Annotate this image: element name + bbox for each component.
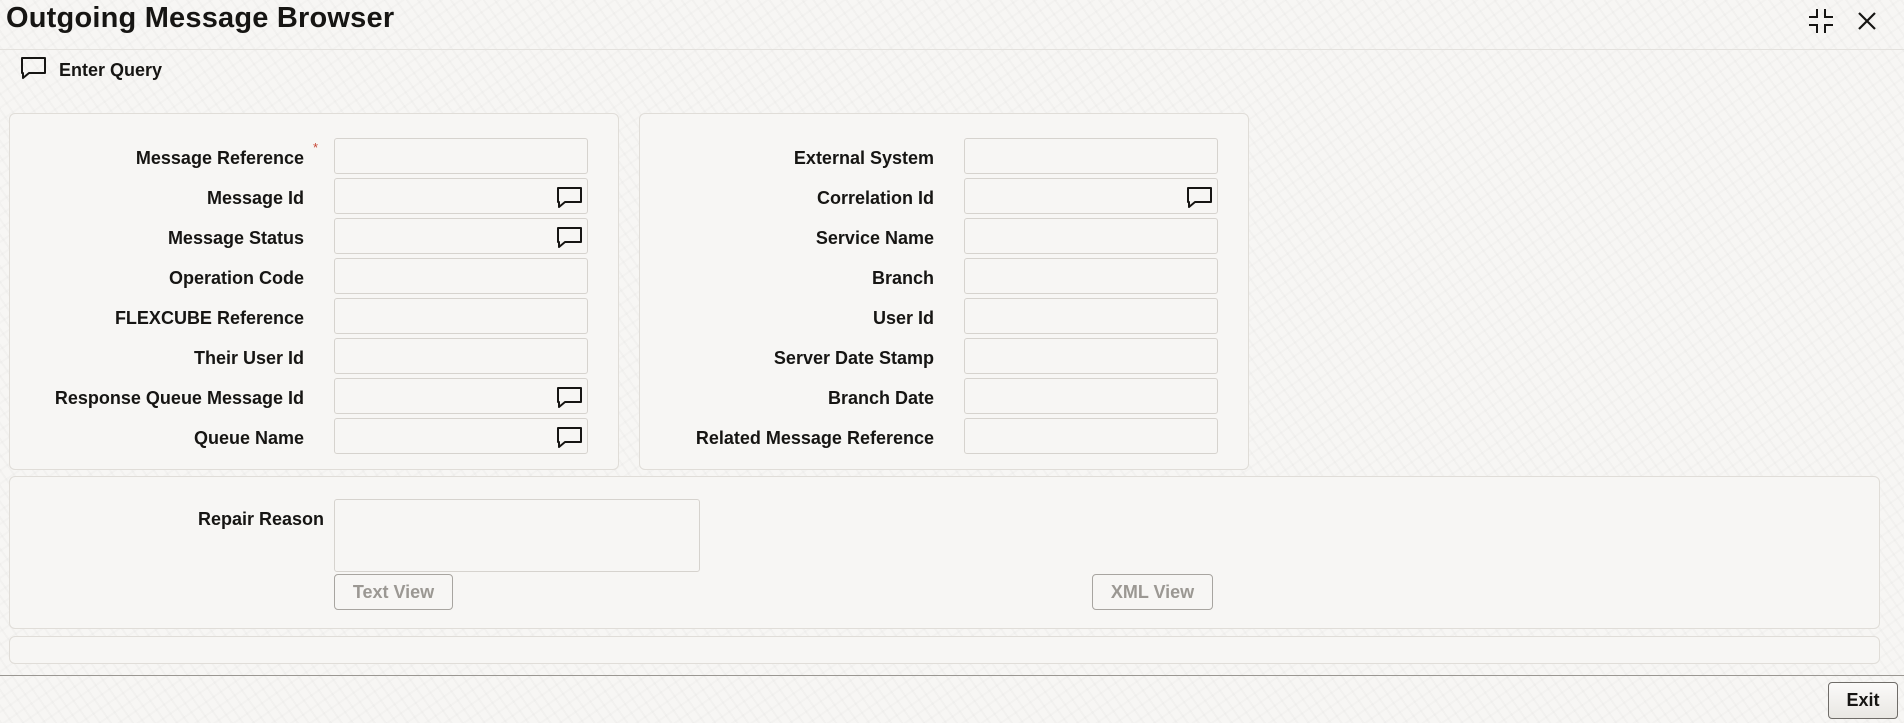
message-reference-input[interactable] [334,138,588,174]
field-row-queue-name: Queue Name [10,418,618,456]
response-queue-message-id-label: Response Queue Message Id [54,388,304,408]
operation-code-label: Operation Code [168,268,304,288]
their-user-id-label: Their User Id [193,348,304,368]
list-of-values-icon[interactable] [555,385,583,409]
branch-date-input[interactable] [964,378,1218,414]
close-icon[interactable] [1852,6,1882,36]
chat-bubble-icon [20,56,47,85]
message-status-input[interactable] [334,218,588,254]
user-id-label: User Id [872,308,934,328]
field-row-server-date-stamp: Server Date Stamp [640,338,1248,376]
operation-code-input[interactable] [334,258,588,294]
required-marker: * [312,140,318,155]
queue-name-label: Queue Name [193,428,304,448]
message-id-input[interactable] [334,178,588,214]
field-row-message-status: Message Status [10,218,618,256]
footer-divider [0,675,1904,676]
response-queue-message-id-input[interactable] [334,378,588,414]
enter-query-button[interactable]: Enter Query [20,56,162,85]
service-name-input[interactable] [964,218,1218,254]
repair-panel: Repair Reason Text View XML View [9,476,1880,629]
server-date-stamp-input[interactable] [964,338,1218,374]
external-system-input[interactable] [964,138,1218,174]
external-system-label: External System [793,148,934,168]
window-controls [1806,6,1882,36]
correlation-id-label: Correlation Id [816,188,934,208]
branch-date-label: Branch Date [827,388,934,408]
server-date-stamp-label: Server Date Stamp [773,348,934,368]
field-row-service-name: Service Name [640,218,1248,256]
title-divider [0,49,1904,50]
list-of-values-icon[interactable] [1185,185,1213,209]
list-of-values-icon[interactable] [555,225,583,249]
message-reference-label: Message Reference [135,148,304,168]
their-user-id-input[interactable] [334,338,588,374]
exit-button[interactable]: Exit [1828,682,1898,719]
minimize-icon[interactable] [1806,6,1836,36]
field-row-operation-code: Operation Code [10,258,618,296]
related-message-reference-input[interactable] [964,418,1218,454]
field-row-flexcube-reference: FLEXCUBE Reference [10,298,618,336]
correlation-id-input[interactable] [964,178,1218,214]
left-query-panel: Message Reference * Message Id Message Stat… [9,113,619,470]
branch-label: Branch [871,268,934,288]
field-row-message-reference: Message Reference * [10,138,618,176]
field-row-branch-date: Branch Date [640,378,1248,416]
service-name-label: Service Name [815,228,934,248]
branch-input[interactable] [964,258,1218,294]
queue-name-input[interactable] [334,418,588,454]
repair-reason-textarea[interactable] [334,499,700,572]
flexcube-reference-input[interactable] [334,298,588,334]
text-view-button[interactable]: Text View [334,574,453,610]
flexcube-reference-label: FLEXCUBE Reference [114,308,304,328]
field-row-their-user-id: Their User Id [10,338,618,376]
empty-panel [9,636,1880,664]
field-row-related-message-reference: Related Message Reference [640,418,1248,456]
message-status-label: Message Status [167,228,304,248]
user-id-input[interactable] [964,298,1218,334]
right-query-panel: External System Correlation Id Service Nam… [639,113,1249,470]
field-row-branch: Branch [640,258,1248,296]
related-message-reference-label: Related Message Reference [695,428,934,448]
page-title: Outgoing Message Browser [6,2,395,34]
message-id-label: Message Id [206,188,304,208]
xml-view-button[interactable]: XML View [1092,574,1213,610]
field-row-message-id: Message Id [10,178,618,216]
list-of-values-icon[interactable] [555,425,583,449]
field-row-user-id: User Id [640,298,1248,336]
enter-query-label: Enter Query [59,60,163,80]
field-row-response-queue-message-id: Response Queue Message Id [10,378,618,416]
field-row-correlation-id: Correlation Id [640,178,1248,216]
field-row-external-system: External System [640,138,1248,176]
list-of-values-icon[interactable] [555,185,583,209]
repair-reason-label: Repair Reason [197,509,324,529]
